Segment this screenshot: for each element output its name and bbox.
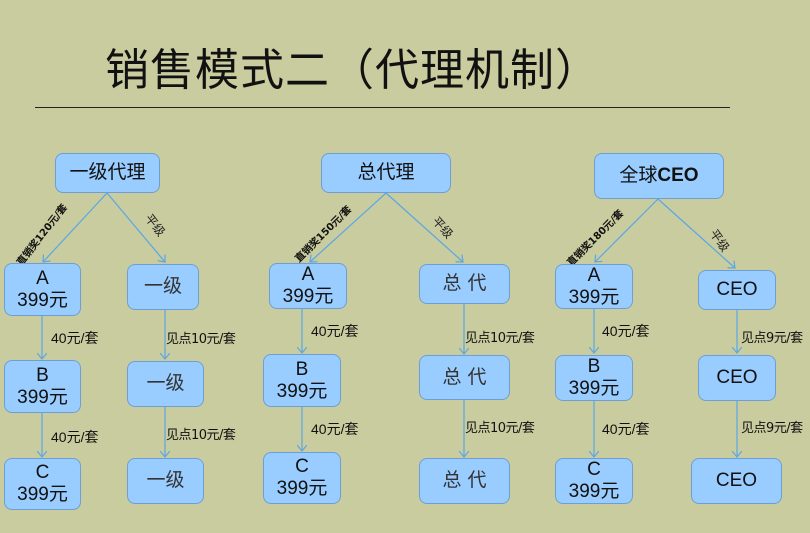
chain-edge-label: 40元/套 (602, 323, 650, 339)
peer-node: 一级 (127, 458, 204, 504)
chain-edge-label: 40元/套 (51, 330, 99, 346)
chain-node-c: C 399元 (555, 458, 633, 504)
peer-edge-label: 见点9元/套 (741, 421, 803, 436)
chain-node-a: A 399元 (555, 264, 633, 309)
peer-node: 总 代 (419, 355, 510, 400)
connector-layer (0, 192, 810, 533)
chain-edge-label: 40元/套 (602, 421, 650, 437)
peer-edge-label: 见点10元/套 (465, 331, 535, 346)
root-node-level1-agent: 一级代理 (55, 153, 160, 193)
peer-node: 总 代 (419, 264, 510, 304)
peer-edge-label: 见点10元/套 (166, 332, 236, 347)
chain-node-c: C 399元 (263, 452, 341, 504)
peer-edge-label: 见点9元/套 (741, 331, 803, 346)
peer-node: 总 代 (419, 458, 510, 504)
chain-node-b: B 399元 (555, 355, 633, 401)
root-node-general-agent: 总代理 (321, 153, 451, 193)
chain-node-b: B 399元 (263, 354, 341, 407)
peer-edge-label: 见点10元/套 (465, 421, 535, 436)
chain-edge-label: 40元/套 (51, 429, 99, 445)
peer-node: CEO (691, 458, 782, 504)
peer-node: 一级 (127, 264, 199, 310)
peer-node: 一级 (127, 361, 204, 407)
root-label: 一级代理 (69, 161, 146, 184)
root-label: 总代理 (357, 161, 415, 184)
chain-node-c: C 399元 (4, 458, 81, 510)
chain-edge-label: 40元/套 (311, 323, 359, 339)
chain-node-b: B 399元 (4, 360, 81, 413)
chain-edge-label: 40元/套 (311, 421, 359, 437)
peer-node: CEO (698, 355, 776, 401)
peer-node: CEO (698, 270, 776, 310)
root-label: 全球CEO (619, 164, 699, 187)
chain-node-a: A 399元 (4, 263, 81, 316)
root-node-global-ceo: 全球CEO (594, 153, 724, 199)
peer-edge-label: 见点10元/套 (166, 428, 236, 443)
chain-node-a: A 399元 (269, 263, 347, 309)
